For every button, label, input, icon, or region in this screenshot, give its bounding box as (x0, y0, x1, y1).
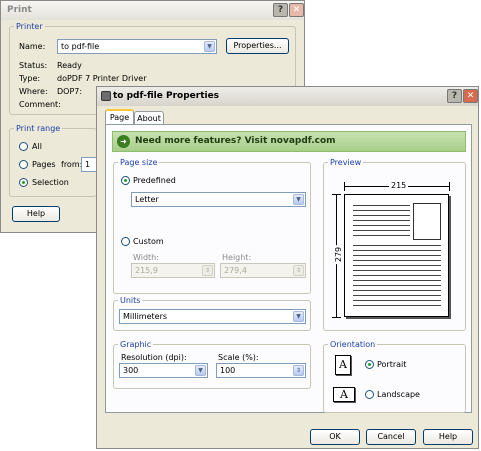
orientation-label: Orientation (330, 340, 376, 349)
landscape-label: Landscape (377, 390, 420, 399)
units-select[interactable]: Millimeters ▼ (119, 309, 306, 324)
properties-help-title-button[interactable]: ? (447, 89, 462, 103)
printer-name-value: to pdf-file (61, 42, 100, 51)
height-spinner[interactable]: 279,4 ⇕ (220, 263, 306, 278)
tab-page[interactable]: Page (105, 109, 134, 124)
preview-image-placeholder (413, 203, 441, 240)
properties-close-button[interactable]: ✕ (463, 89, 478, 103)
height-dimension-tick-top (332, 194, 341, 195)
where-label: Where: (19, 87, 48, 96)
portrait-page-icon: A (335, 355, 351, 375)
chevron-down-icon: ▼ (293, 311, 304, 322)
predefined-radio[interactable] (121, 176, 130, 185)
print-close-button[interactable]: ✕ (289, 3, 304, 17)
landscape-page-icon: A (333, 387, 355, 402)
tab-page-label: Page (109, 113, 130, 122)
properties-dialog-title: to pdf-file Properties (113, 91, 220, 101)
status-label: Status: (19, 61, 48, 70)
from-label: from: (61, 160, 83, 169)
range-all-label: All (32, 142, 42, 151)
resolution-label: Resolution (dpi): (121, 353, 187, 362)
predefined-label: Predefined (133, 176, 176, 185)
spinner-arrows-icon: ⇕ (293, 265, 304, 276)
page-preview (344, 194, 449, 317)
page-size-value: Letter (135, 195, 159, 204)
type-label: Type: (19, 74, 41, 83)
resolution-value: 300 (123, 366, 139, 375)
scale-label: Scale (%): (218, 353, 259, 362)
custom-radio[interactable] (121, 237, 130, 246)
printer-group-label: Printer (16, 22, 43, 31)
range-all-radio[interactable] (19, 142, 28, 151)
page-size-select[interactable]: Letter ▼ (131, 192, 306, 207)
range-pages-label: Pages (32, 160, 56, 169)
from-value: 1 (85, 160, 91, 169)
banner-text: Need more features? Visit novapdf.com (135, 136, 336, 146)
height-label: Height: (222, 253, 252, 262)
arrow-right-icon: ➜ (117, 135, 130, 148)
width-dimension-tick-right (449, 182, 450, 191)
spinner-arrows-icon: ⇕ (293, 365, 304, 376)
chevron-down-icon: ▼ (293, 194, 304, 205)
landscape-radio[interactable] (365, 390, 374, 399)
chevron-down-icon: ▼ (195, 365, 206, 376)
print-help-button[interactable]: Help (12, 206, 60, 222)
portrait-icon-letter: A (339, 358, 347, 371)
page-size-label: Page size (120, 158, 158, 167)
where-value: DOP7: (57, 87, 83, 96)
scale-spinner[interactable]: 100 ⇕ (216, 363, 306, 378)
help-button[interactable]: Help (423, 429, 473, 445)
promo-banner[interactable]: ➜ Need more features? Visit novapdf.com (112, 131, 466, 152)
orientation-group: Orientation (323, 340, 466, 413)
properties-dialog: to pdf-file Properties ? ✕ Page About ➜ … (96, 86, 479, 449)
custom-label: Custom (133, 237, 164, 246)
print-range-label: Print range (16, 124, 61, 133)
printer-app-icon (101, 91, 111, 101)
height-value: 279,4 (224, 266, 247, 275)
print-dialog-titlebar[interactable]: Print (1, 1, 304, 20)
print-help-title-button[interactable]: ? (273, 3, 288, 17)
status-value: Ready (57, 61, 82, 70)
width-spinner[interactable]: 215,9 ⇕ (131, 263, 215, 278)
spinner-arrows-icon: ⇕ (202, 265, 213, 276)
tab-about-label: About (137, 114, 161, 123)
comment-label: Comment: (19, 100, 61, 109)
landscape-icon-letter: A (340, 388, 348, 401)
range-pages-radio[interactable] (19, 160, 28, 169)
properties-button[interactable]: Properties... (226, 38, 289, 54)
width-label: Width: (133, 253, 159, 262)
range-selection-radio[interactable] (19, 178, 28, 187)
portrait-label: Portrait (377, 360, 407, 369)
tab-about[interactable]: About (134, 111, 164, 124)
ok-button[interactable]: OK (310, 429, 360, 445)
printer-name-select[interactable]: to pdf-file ▼ (57, 39, 217, 54)
type-value: doPDF 7 Printer Driver (57, 74, 147, 83)
units-value: Millimeters (123, 312, 168, 321)
units-label: Units (120, 296, 141, 305)
name-label: Name: (19, 42, 46, 51)
preview-label: Preview (330, 158, 362, 167)
portrait-radio[interactable] (365, 360, 374, 369)
scale-value: 100 (220, 366, 236, 375)
height-dimension-tick-bottom (332, 317, 341, 318)
width-value: 215,9 (135, 266, 158, 275)
range-selection-label: Selection (32, 178, 69, 187)
properties-dialog-titlebar[interactable]: to pdf-file Properties (97, 87, 478, 106)
cancel-button[interactable]: Cancel (366, 429, 416, 445)
graphic-label: Graphic (120, 340, 152, 349)
chevron-down-icon: ▼ (204, 41, 215, 52)
height-dimension-label: 279 (334, 244, 344, 265)
print-dialog-title: Print (7, 5, 32, 15)
width-dimension-label: 215 (389, 181, 409, 190)
resolution-select[interactable]: 300 ▼ (119, 363, 208, 378)
width-dimension-tick-left (344, 182, 345, 191)
